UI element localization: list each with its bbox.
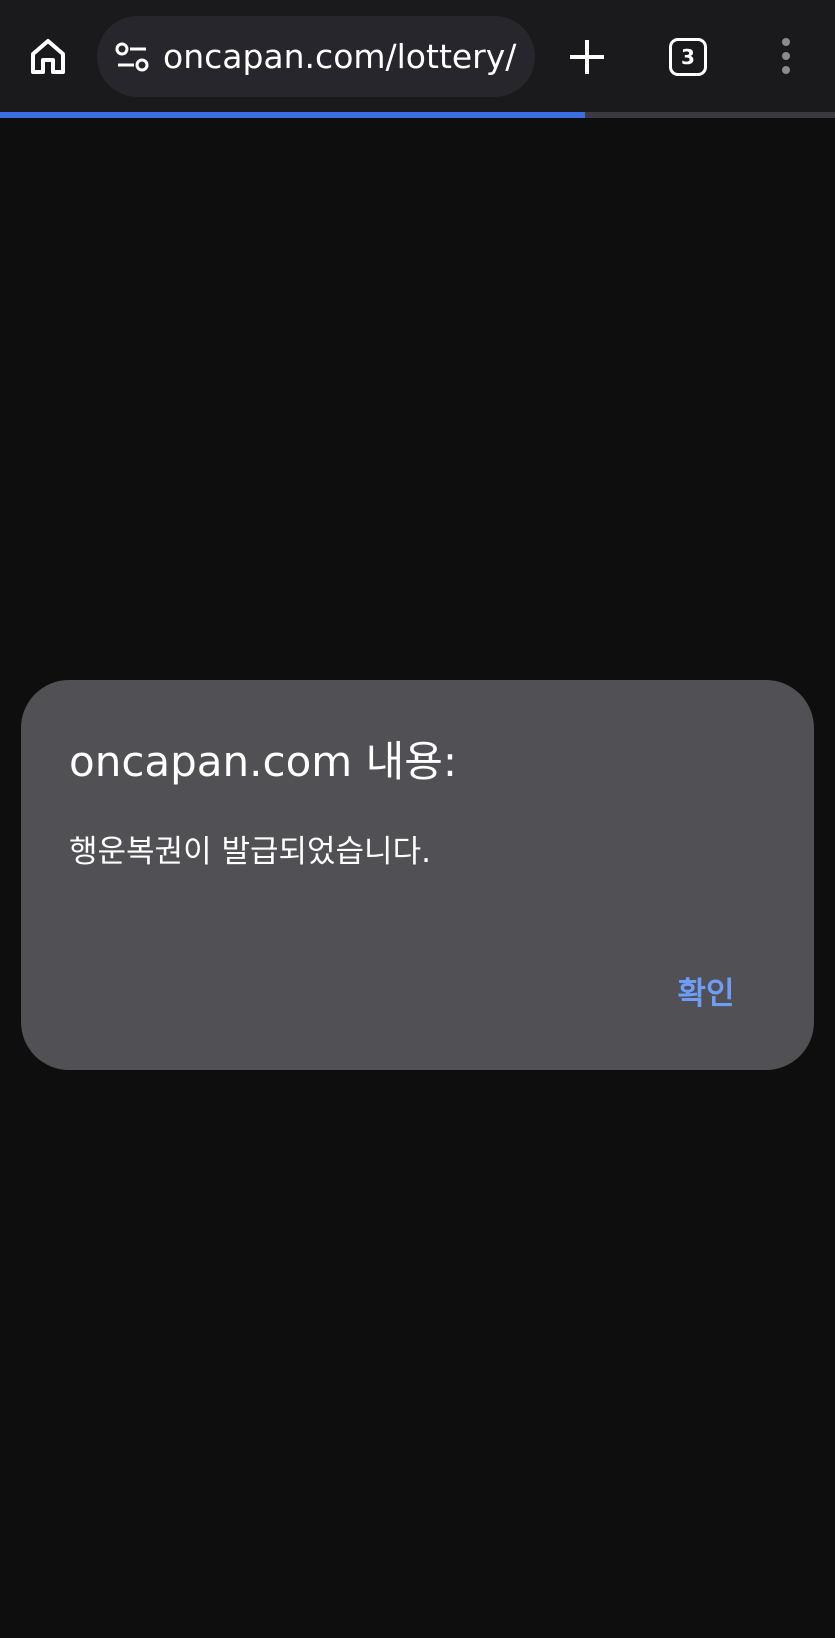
site-settings-icon[interactable] (115, 41, 149, 73)
tab-switcher-button[interactable]: 3 (669, 38, 707, 76)
tab-count: 3 (681, 45, 695, 69)
url-text[interactable]: oncapan.com/lottery/ (163, 16, 529, 97)
address-bar[interactable]: oncapan.com/lottery/ (97, 16, 535, 97)
dialog-title: oncapan.com 내용: (69, 737, 457, 786)
browser-toolbar: oncapan.com/lottery/ 3 (0, 0, 835, 112)
dialog-message: 행운복권이 발급되었습니다. (69, 834, 431, 870)
home-icon (31, 39, 65, 74)
ok-button[interactable]: 확인 (651, 960, 761, 1020)
plus-icon[interactable] (565, 35, 609, 79)
page-load-progress (0, 112, 835, 118)
alert-dialog: oncapan.com 내용: 행운복권이 발급되었습니다. 확인 (21, 680, 814, 1070)
progress-fill (0, 112, 585, 118)
more-vertical-icon[interactable] (775, 36, 797, 76)
home-button[interactable] (22, 30, 74, 82)
